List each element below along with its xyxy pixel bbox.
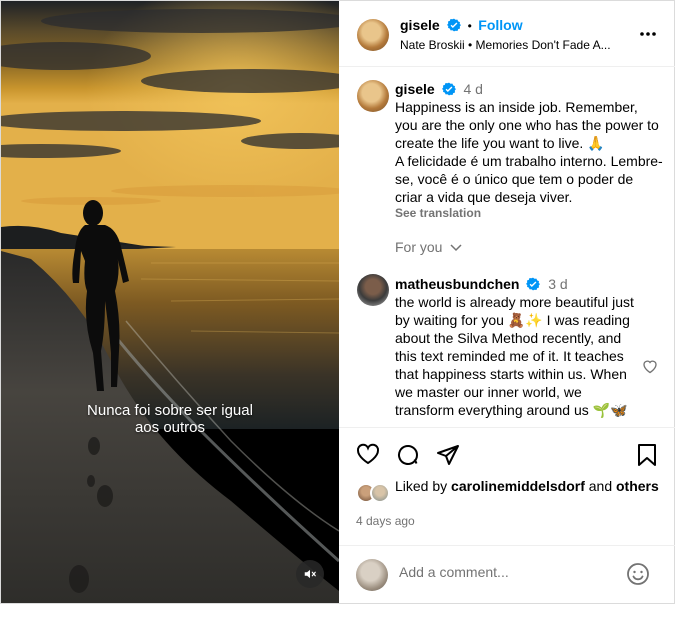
audio-track[interactable]: Nate Broskii • Memories Don't Fade A... — [400, 38, 611, 52]
verified-badge-icon — [441, 82, 456, 96]
verified-badge-icon — [447, 18, 462, 32]
follow-button[interactable]: Follow — [478, 17, 522, 33]
post-actions: Liked by carolinemiddelsdorf and others … — [339, 427, 675, 545]
verified-badge-icon — [526, 277, 541, 291]
post-side-panel: gisele • Follow Nate Broskii • Memories … — [339, 1, 675, 603]
mute-button[interactable] — [296, 560, 324, 588]
like-heart-icon[interactable] — [356, 443, 380, 465]
save-bookmark-icon[interactable] — [637, 443, 657, 467]
speaker-muted-icon — [304, 569, 316, 579]
likes-summary: Liked by carolinemiddelsdorf and others — [395, 477, 665, 495]
author-username[interactable]: gisele — [400, 17, 440, 33]
current-user-avatar — [356, 559, 388, 591]
for-you-filter[interactable]: For you — [395, 239, 462, 257]
comment-bubble-icon[interactable] — [396, 443, 420, 467]
caption-avatar[interactable] — [357, 80, 389, 112]
commenter-avatar[interactable] — [357, 274, 389, 306]
caption-time[interactable]: 4 d — [463, 81, 482, 97]
post-header: gisele • Follow Nate Broskii • Memories … — [339, 1, 675, 67]
video-text-overlay: Nunca foi sobre ser igual aos outros — [1, 402, 339, 436]
header-dot: • — [467, 19, 472, 33]
caption-text-pt: A felicidade é um trabalho interno. Lemb… — [395, 153, 663, 205]
likes-and: and — [588, 478, 613, 494]
overlay-line-2: aos outros — [134, 419, 206, 436]
caption-username[interactable]: gisele — [395, 81, 435, 97]
add-comment-bar — [339, 545, 675, 603]
chevron-down-icon — [450, 244, 462, 252]
more-options-icon[interactable] — [639, 31, 657, 37]
comments-section[interactable]: gisele 4 d Happiness is an inside job. R… — [339, 68, 675, 426]
share-send-icon[interactable] — [436, 443, 460, 467]
likes-prefix: Liked by — [395, 478, 448, 494]
add-comment-input[interactable] — [399, 564, 619, 580]
comment-item: matheusbundchen 3 d the world is already… — [395, 275, 643, 419]
likes-others-link[interactable]: others — [616, 478, 659, 494]
comment-time[interactable]: 3 d — [548, 276, 567, 292]
see-translation-link[interactable]: See translation — [395, 206, 663, 220]
comment-like-heart-icon[interactable] — [642, 359, 658, 374]
for-you-label: For you — [395, 239, 443, 255]
liker-avatar-2[interactable] — [370, 483, 390, 503]
caption-text-en: Happiness is an inside job. Remember, yo… — [395, 99, 659, 151]
emoji-picker-icon[interactable] — [626, 562, 650, 586]
beach-sunset-image — [1, 1, 339, 603]
post-date[interactable]: 4 days ago — [356, 514, 415, 528]
author-avatar[interactable] — [357, 19, 389, 51]
instagram-post: Nunca foi sobre ser igual aos outros gis… — [0, 0, 675, 604]
overlay-line-1: Nunca foi sobre ser igual — [87, 402, 253, 419]
liked-by-username[interactable]: carolinemiddelsdorf — [451, 478, 585, 494]
caption: gisele 4 d Happiness is an inside job. R… — [395, 80, 663, 220]
commenter-username[interactable]: matheusbundchen — [395, 276, 519, 292]
post-video[interactable]: Nunca foi sobre ser igual aos outros — [1, 1, 339, 603]
comment-text: the world is already more beautiful just… — [395, 294, 634, 418]
